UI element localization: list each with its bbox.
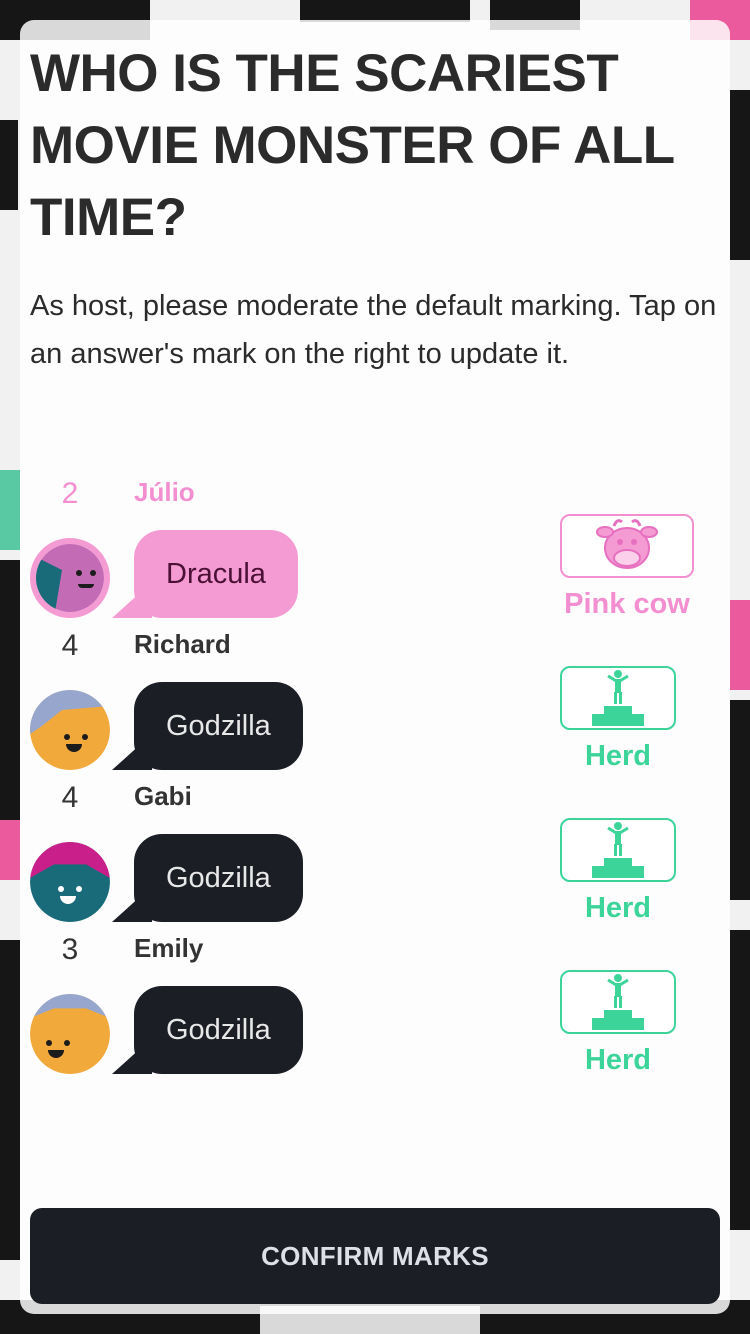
herd-podium-icon	[560, 970, 676, 1034]
herd-podium-icon	[560, 666, 676, 730]
answer-bubble: Godzilla	[134, 986, 303, 1074]
pink-cow-icon	[560, 514, 694, 578]
answer-bubble: Godzilla	[134, 682, 303, 770]
player-name: Júlio	[134, 477, 195, 507]
mark-button[interactable]: Pink cow	[560, 514, 694, 630]
avatar	[30, 538, 110, 618]
player-score: 4	[61, 781, 79, 814]
mark-button[interactable]: Herd	[560, 818, 676, 934]
player-name: Gabi	[134, 781, 192, 811]
mark-label: Herd	[584, 740, 652, 772]
avatar	[30, 842, 110, 922]
player-name: Richard	[134, 629, 231, 659]
mark-label: Pink cow	[564, 588, 690, 620]
player-name: Emily	[134, 933, 204, 963]
question-title: WHO IS THE SCARIEST MOVIE MONSTER OF ALL…	[30, 44, 674, 247]
mark-button[interactable]: Herd	[560, 666, 676, 782]
confirm-marks-button[interactable]: CONFIRM MARKS	[30, 1208, 720, 1304]
answer-row: 4 Richard Godzilla Herd	[20, 624, 730, 776]
answer-row: 4 Gabi Godzilla Herd	[20, 776, 730, 928]
mark-label: Herd	[584, 892, 652, 924]
answer-bubble: Godzilla	[134, 834, 303, 922]
answer-row: 2 Júlio Dracula Pink cow	[20, 472, 730, 624]
answers-list: 2 Júlio Dracula Pink cow 4 Richard Godzi…	[20, 472, 730, 1080]
host-instructions: As host, please moderate the default mar…	[30, 290, 717, 370]
player-score: 4	[61, 629, 79, 662]
answer-bubble: Dracula	[134, 530, 298, 618]
player-score: 3	[61, 933, 79, 966]
avatar	[30, 690, 110, 770]
moderation-card: WHO IS THE SCARIEST MOVIE MONSTER OF ALL…	[20, 20, 730, 1314]
avatar	[30, 994, 110, 1074]
answer-row: 3 Emily Godzilla Herd	[20, 928, 730, 1080]
mark-label: Herd	[584, 1044, 652, 1076]
herd-podium-icon	[560, 818, 676, 882]
mark-button[interactable]: Herd	[560, 970, 676, 1086]
player-score: 2	[61, 477, 79, 510]
